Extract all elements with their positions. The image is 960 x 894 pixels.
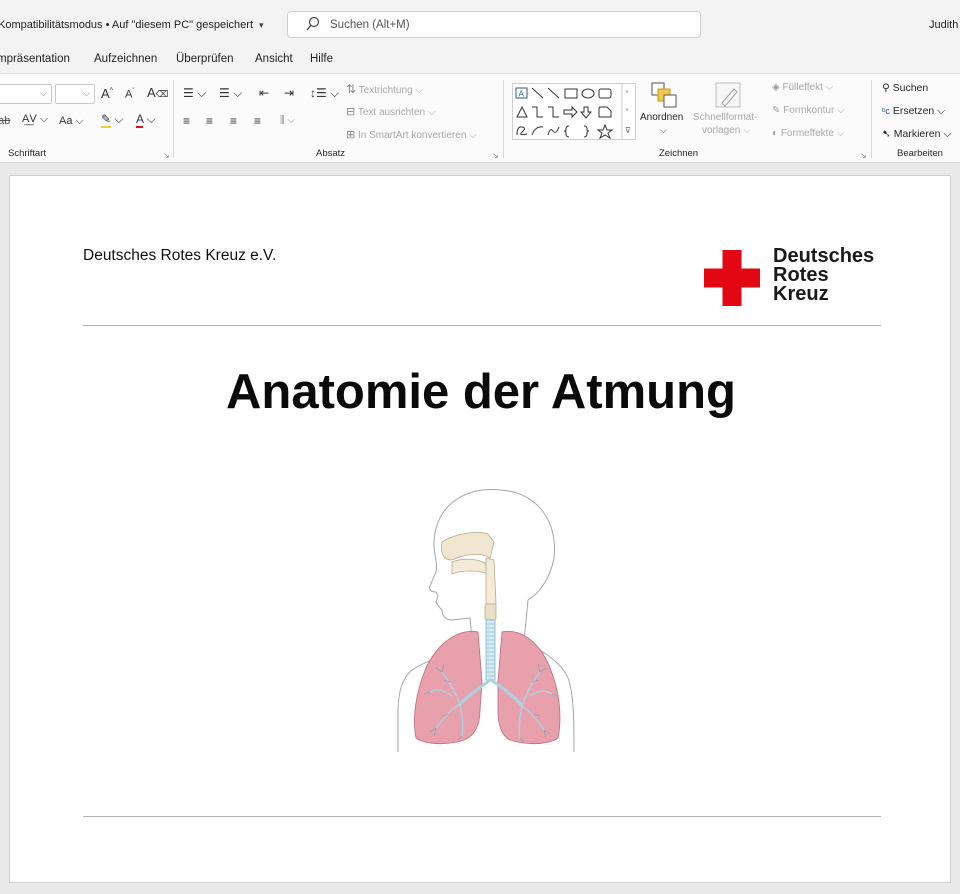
font-color-icon[interactable]: A ⌵	[136, 112, 156, 128]
search-box[interactable]	[287, 11, 701, 38]
dialog-launcher-icon[interactable]: ↘	[492, 151, 499, 160]
slide[interactable]: Deutsches Rotes Kreuz e.V. Deutsches Rot…	[9, 175, 951, 883]
group-separator	[173, 80, 174, 158]
markieren-button[interactable]: ➷ Markieren ⌵	[882, 128, 951, 141]
textrichtung-button[interactable]: ⇅ Textrichtung ⌵	[346, 82, 423, 96]
numbering-icon[interactable]: ☰ ⌵	[219, 86, 242, 101]
replace-icon: ᵇc	[882, 106, 890, 116]
arrange-icon	[651, 82, 677, 108]
group-label-schriftart: Schriftart	[8, 148, 47, 159]
svg-text:˅: ˅	[625, 108, 629, 117]
dialog-launcher-icon[interactable]: ↘	[163, 151, 170, 160]
change-case-icon[interactable]: Aa ⌵	[59, 115, 84, 128]
justify-icon[interactable]: ≡	[254, 114, 261, 128]
tab-ansicht[interactable]: Ansicht	[255, 53, 293, 65]
shapes-gallery[interactable]: A ˄ ˅ ⊽	[512, 83, 636, 140]
align-center-icon[interactable]: ≡	[206, 114, 213, 128]
chevron-down-icon: ▾	[259, 20, 264, 30]
chevron-down-icon: ⌵	[83, 88, 90, 98]
clear-formatting-icon[interactable]: A⌫	[147, 85, 168, 100]
columns-icon[interactable]: ⫼ ⌵	[280, 115, 295, 126]
group-separator	[503, 80, 504, 158]
tab-ueberpruefen[interactable]: Überprüfen	[176, 53, 234, 65]
smartart-icon: ⊞	[346, 129, 356, 141]
align-right-icon[interactable]: ≡	[230, 114, 237, 128]
svg-text:⊽: ⊽	[625, 126, 631, 135]
document-title[interactable]: Kompatibilitätsmodus • Auf "diesem PC" g…	[0, 19, 264, 31]
formeffekte-button[interactable]: ◐ Formeffekte ⌵	[772, 128, 844, 139]
group-label-bearbeiten: Bearbeiten	[897, 148, 943, 159]
text-direction-icon: ⇅	[346, 82, 357, 96]
formkontur-button[interactable]: ✎ Formkontur ⌵	[772, 105, 845, 116]
decrease-indent-icon[interactable]: ⇤	[259, 86, 269, 100]
shrink-font-icon[interactable]: Aˇ	[125, 88, 135, 101]
chevron-down-icon: ⌵	[660, 125, 667, 135]
suchen-button[interactable]: ⚲ Suchen	[882, 82, 928, 94]
header-divider	[83, 325, 881, 326]
group-label-zeichnen: Zeichnen	[659, 148, 699, 159]
logo-wordmark: Deutsches Rotes Kreuz	[773, 245, 875, 305]
grow-font-icon[interactable]: A^	[101, 86, 113, 101]
font-family-dropdown[interactable]: ⌵	[0, 84, 52, 104]
red-cross-icon	[704, 250, 760, 306]
anordnen-button[interactable]: Anordnen	[640, 112, 683, 123]
fuelleffekt-button[interactable]: ◈ Fülleffekt ⌵	[772, 82, 833, 93]
increase-indent-icon[interactable]: ⇥	[284, 86, 294, 100]
highlight-color-icon[interactable]: ✎ ⌵	[101, 112, 124, 128]
align-left-icon[interactable]: ≡	[183, 114, 190, 128]
ribbon: ⌵ ⌵ A^ Aˇ A⌫ ab A͟V ⌵ Aa ⌵ ✎ ⌵ A ⌵ Schri…	[0, 73, 960, 163]
pointer-icon: ➷	[882, 128, 891, 140]
respiratory-anatomy-illustration[interactable]	[390, 482, 580, 752]
quick-styles-icon	[715, 82, 741, 108]
dialog-launcher-icon[interactable]: ↘	[860, 151, 867, 160]
character-spacing-icon[interactable]: A͟V ⌵	[22, 113, 48, 126]
align-text-icon: ⊟	[346, 106, 356, 118]
footer-divider	[83, 816, 881, 817]
text-ausrichten-button[interactable]: ⊟ Text ausrichten ⌵	[346, 105, 435, 118]
shape-effects-icon: ◐	[772, 128, 779, 139]
ribbon-tabs: mpräsentation Aufzeichnen Überprüfen Ans…	[0, 50, 960, 72]
slide-canvas: Deutsches Rotes Kreuz e.V. Deutsches Rot…	[0, 163, 960, 894]
organization-name[interactable]: Deutsches Rotes Kreuz e.V.	[83, 247, 276, 265]
svg-text:A: A	[519, 90, 525, 99]
title-bar: Kompatibilitätsmodus • Auf "diesem PC" g…	[0, 0, 960, 50]
search-input[interactable]	[330, 17, 670, 33]
tab-hilfe[interactable]: Hilfe	[310, 53, 333, 65]
schnellformatvorlagen-button[interactable]: Schnellformat-	[693, 112, 757, 123]
slide-title[interactable]: Anatomie der Atmung	[10, 364, 952, 420]
strikethrough-icon[interactable]: ab	[0, 115, 10, 127]
fill-bucket-icon: ◈	[772, 82, 780, 93]
smartart-button[interactable]: ⊞ In SmartArt konvertieren ⌵	[346, 128, 477, 141]
group-label-absatz: Absatz	[316, 148, 346, 159]
tab-bildschirmpraesentation[interactable]: mpräsentation	[0, 53, 70, 65]
user-name[interactable]: Judith	[929, 19, 958, 31]
schnellformatvorlagen-button-line2[interactable]: vorlagen ⌵	[702, 125, 751, 136]
search-icon: ⚲	[882, 82, 890, 94]
ersetzen-button[interactable]: ᵇc Ersetzen ⌵	[882, 105, 945, 118]
bullets-icon[interactable]: ☰ ⌵	[183, 86, 206, 101]
pen-icon: ✎	[772, 105, 781, 116]
chevron-down-icon: ⌵	[40, 88, 47, 98]
font-size-dropdown[interactable]: ⌵	[55, 84, 95, 104]
svg-text:˄: ˄	[625, 90, 629, 99]
search-icon	[306, 16, 320, 31]
drk-logo: Deutsches Rotes Kreuz	[704, 246, 894, 308]
group-separator	[871, 80, 872, 158]
line-spacing-icon[interactable]: ↕☰ ⌵	[310, 86, 339, 101]
tab-aufzeichnen[interactable]: Aufzeichnen	[94, 53, 157, 65]
